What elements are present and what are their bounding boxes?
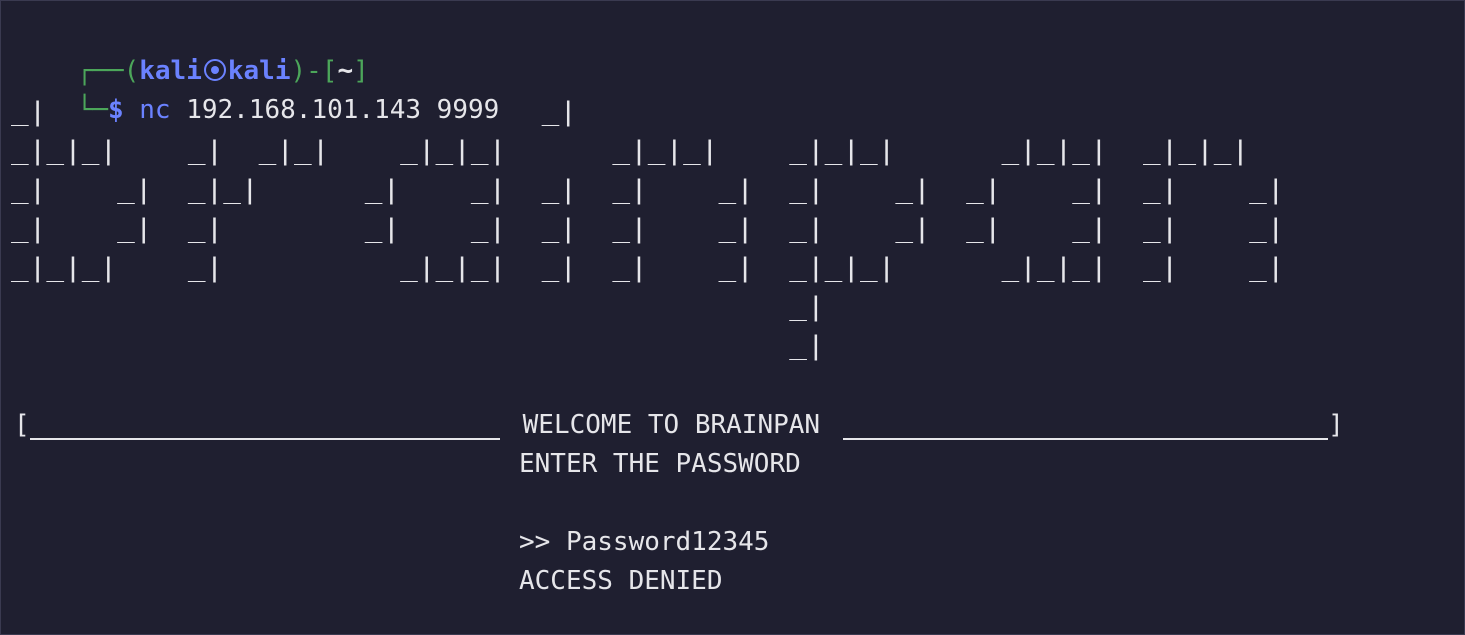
- brainpan-ascii-banner: _| _| _|_|_| _| _|_| _|_|_| _|_|_| _|_|_…: [11, 97, 1285, 361]
- terminal-window[interactable]: ┌──(kali kali)-[~] └─$ nc 192.168.101.143…: [0, 0, 1465, 635]
- access-denied-text: ACCESS DENIED: [519, 566, 723, 596]
- welcome-banner: [ WELCOME TO BRAINPAN ]: [14, 406, 1419, 445]
- prompt-line-2: └─$ nc 192.168.101.143 9999: [14, 52, 500, 125]
- prompt-line-1: ┌──(kali kali)-[~]: [14, 13, 369, 86]
- bracket-left: [: [14, 410, 30, 440]
- enter-password-text: ENTER THE PASSWORD: [519, 449, 801, 479]
- welcome-rule-right: [843, 438, 1329, 440]
- bracket-right: ]: [1328, 410, 1344, 440]
- password-input-line: >> Password12345: [519, 527, 770, 557]
- welcome-rule-left: [29, 438, 500, 440]
- welcome-text: WELCOME TO BRAINPAN: [522, 410, 821, 440]
